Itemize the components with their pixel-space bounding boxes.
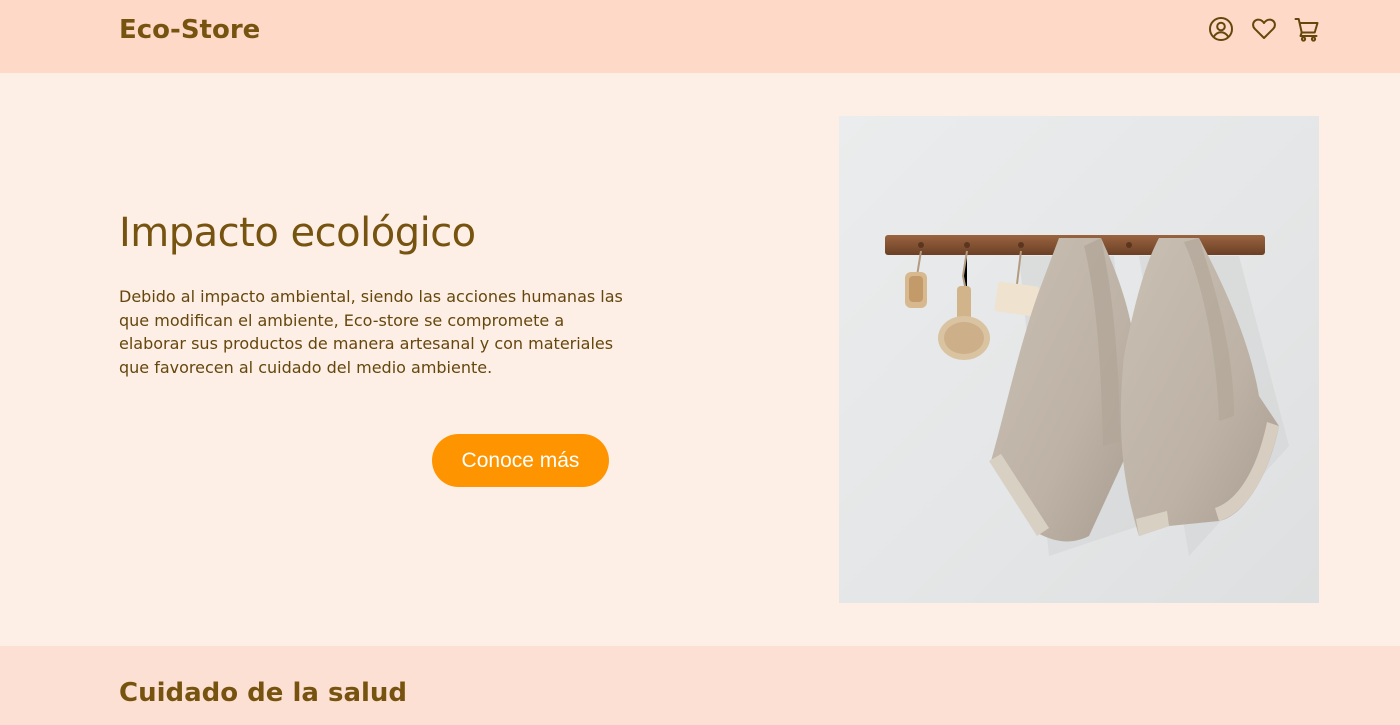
heart-icon[interactable] [1249,14,1278,43]
header-actions [1206,14,1321,43]
cart-icon[interactable] [1292,14,1321,43]
user-circle-icon[interactable] [1206,14,1235,43]
learn-more-button[interactable]: Conoce más [432,434,609,487]
hero-image [839,116,1319,603]
section-title: Cuidado de la salud [119,678,408,708]
hero-title: Impacto ecológico [119,210,476,256]
hero-description: Debido al impacto ambiental, siendo las … [119,287,623,377]
health-care-section: Cuidado de la salud [0,646,1400,725]
site-header: Eco-Store [0,0,1400,73]
hero-section: Impacto ecológico Debido al impacto ambi… [0,73,1400,646]
brand-logo[interactable]: Eco-Store [119,13,260,47]
